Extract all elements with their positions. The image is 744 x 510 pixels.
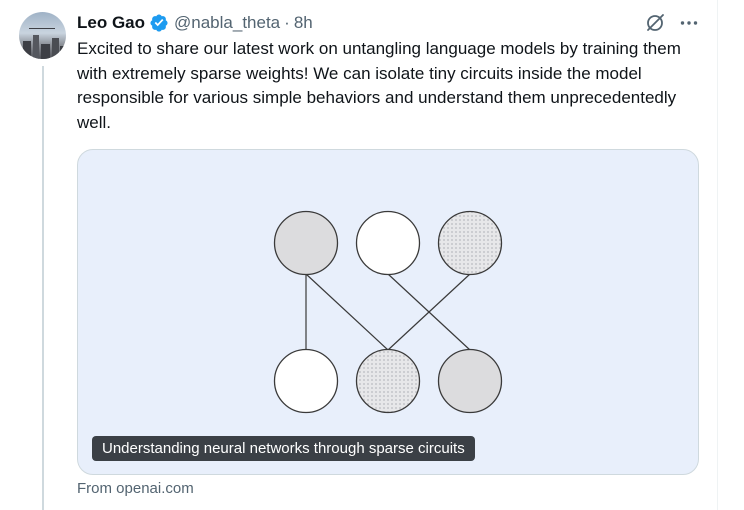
card-source-link[interactable]: From openai.com: [77, 480, 194, 497]
link-card[interactable]: Understanding neural networks through sp…: [77, 149, 699, 475]
edge-2: [305, 273, 389, 351]
tweet-actions: [644, 12, 699, 34]
column-border: [717, 0, 718, 510]
header-separator: ·: [284, 13, 290, 32]
sparse-circuit-illustration: [273, 210, 503, 414]
node-top-middle: [355, 210, 421, 276]
node-top-left: [273, 210, 339, 276]
card-caption: Understanding neural networks through sp…: [92, 436, 475, 461]
node-top-right: [437, 210, 503, 276]
grok-icon[interactable]: [644, 12, 666, 34]
author-handle[interactable]: @nabla_theta: [174, 13, 280, 33]
node-bottom-right: [437, 348, 503, 414]
avatar[interactable]: [19, 12, 66, 59]
tweet-text: Excited to share our latest work on unta…: [77, 39, 681, 132]
thread-connector-line: [42, 66, 44, 510]
tweet-header: Leo Gao @nabla_theta · 8h: [77, 12, 313, 34]
more-icon[interactable]: [679, 13, 699, 33]
author-name[interactable]: Leo Gao: [77, 13, 145, 33]
verified-badge-icon[interactable]: [149, 13, 169, 33]
node-bottom-middle: [355, 348, 421, 414]
avatar-crane-shape: [29, 28, 55, 29]
node-bottom-left: [273, 348, 339, 414]
tweet-timestamp[interactable]: 8h: [294, 13, 313, 33]
